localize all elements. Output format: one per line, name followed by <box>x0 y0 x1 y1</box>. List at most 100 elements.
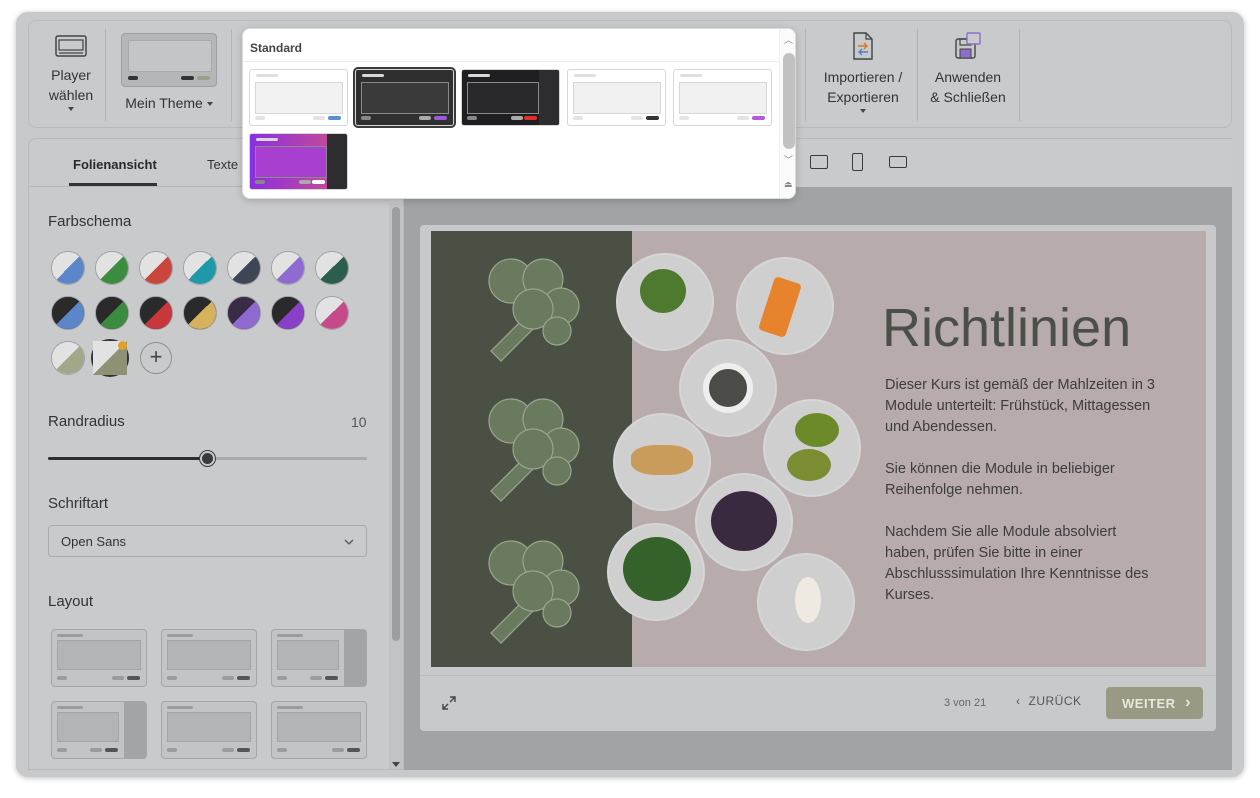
plate-salmon <box>736 257 834 355</box>
layout-option[interactable] <box>161 629 257 687</box>
tab-texte[interactable]: Texte <box>207 157 238 172</box>
dropdown-scrollbar[interactable]: ︿ ﹀ ⏏ <box>779 29 795 198</box>
color-scheme-title: Farbschema <box>48 213 132 230</box>
theme-option[interactable] <box>461 69 560 126</box>
mobile-portrait-view-icon[interactable] <box>852 153 863 171</box>
color-scheme-swatch[interactable] <box>95 296 129 330</box>
tab-folienansicht[interactable]: Folienansicht <box>73 157 157 172</box>
plate-garlic <box>757 553 855 651</box>
color-scheme-swatch[interactable] <box>51 341 85 375</box>
save-close-icon <box>955 32 981 59</box>
mobile-landscape-view-icon[interactable] <box>889 156 907 168</box>
chevron-left-icon: ‹ <box>1016 694 1021 708</box>
slide-paragraph: Sie können die Module in beliebiger Reih… <box>885 461 1115 498</box>
color-scheme-swatch[interactable] <box>315 296 349 330</box>
font-select[interactable]: Open Sans <box>48 525 367 557</box>
fullscreen-icon[interactable] <box>442 696 456 710</box>
apply-close-label: Anwenden & Schließen <box>930 69 1006 105</box>
font-select-value: Open Sans <box>61 534 127 549</box>
color-scheme-swatch[interactable] <box>139 251 173 285</box>
theme-option[interactable] <box>673 69 772 126</box>
slide-title: Richtlinien <box>882 298 1132 358</box>
toolbar-divider <box>917 29 918 121</box>
border-radius-slider[interactable] <box>48 451 367 466</box>
slider-handle[interactable] <box>199 451 215 466</box>
slide-paragraph: Nachdem Sie alle Module absolviert haben… <box>885 524 1149 603</box>
toolbar-divider <box>805 29 806 121</box>
plate-berries <box>695 473 793 571</box>
scrollbar-thumb[interactable] <box>392 207 400 641</box>
slide: Richtlinien Dieser Kurs ist gemäß der Ma… <box>431 231 1206 667</box>
panel-scrollbar[interactable] <box>389 203 403 769</box>
next-button-label: WEITER <box>1122 696 1176 711</box>
theme-select-label: Mein Theme <box>125 95 203 111</box>
chevron-down-icon <box>68 107 74 111</box>
color-scheme-swatch[interactable] <box>183 296 217 330</box>
chevron-down-icon <box>344 539 354 545</box>
import-export-label: Importieren / Exportieren <box>823 69 903 105</box>
theme-option[interactable] <box>567 69 666 126</box>
slide-counter: 3 von 21 <box>944 697 987 709</box>
scrollbar-thumb[interactable] <box>783 53 795 149</box>
font-title: Schriftart <box>48 495 109 512</box>
layout-option[interactable] <box>51 629 147 687</box>
layout-option[interactable] <box>271 701 367 759</box>
desktop-view-icon[interactable] <box>810 155 828 169</box>
apply-close-button[interactable]: Anwenden & Schließen <box>923 31 1013 107</box>
slide-preview-card: Richtlinien Dieser Kurs ist gemäß der Ma… <box>420 225 1216 731</box>
selected-indicator <box>118 341 127 350</box>
scroll-down-arrow-icon[interactable] <box>392 762 400 767</box>
layout-option[interactable] <box>161 701 257 759</box>
layout-option[interactable] <box>51 701 147 759</box>
theme-option[interactable] <box>353 67 456 128</box>
color-scheme-swatch[interactable] <box>183 251 217 285</box>
color-scheme-swatch[interactable] <box>227 296 261 330</box>
color-scheme-swatch[interactable] <box>139 296 173 330</box>
plate-broccoli <box>616 253 714 351</box>
plate-spinach <box>607 523 705 621</box>
color-scheme-swatch[interactable] <box>271 251 305 285</box>
settings-panel: Folienansicht Texte Farbschema + Randrad… <box>28 138 404 770</box>
color-scheme-swatch[interactable] <box>51 251 85 285</box>
slide-paragraph: Dieser Kurs ist gemäß der Mahlzeiten in … <box>885 377 1155 435</box>
plate-avocado <box>763 399 861 497</box>
back-button-label: ZURÜCK <box>1028 694 1082 708</box>
active-tab-indicator <box>69 183 157 186</box>
border-radius-title: Randradius <box>48 413 125 430</box>
next-button[interactable]: WEITER › <box>1106 687 1203 719</box>
theme-option[interactable] <box>249 133 348 190</box>
chevron-down-icon <box>206 102 213 107</box>
toolbar-divider <box>231 29 232 121</box>
theme-preview <box>121 33 217 87</box>
player-navbar: 3 von 21 ‹ ZURÜCK WEITER › <box>420 675 1216 731</box>
slide-decorative-panel <box>431 231 632 667</box>
plate-ginger <box>613 413 711 511</box>
back-button[interactable]: ‹ ZURÜCK <box>1016 694 1082 708</box>
chevron-right-icon: › <box>1185 694 1191 711</box>
scroll-up-arrow-icon[interactable]: ︿ <box>784 33 793 46</box>
color-scheme-swatch[interactable] <box>51 296 85 330</box>
color-scheme-swatch[interactable] <box>315 251 349 285</box>
theme-dropdown: Standard ︿ ﹀ ⏏ <box>242 28 796 199</box>
toolbar-divider <box>105 29 106 121</box>
layout-option[interactable] <box>271 629 367 687</box>
color-scheme-swatch[interactable] <box>271 296 305 330</box>
import-export-button[interactable]: Importieren / Exportieren <box>813 31 913 113</box>
theme-option[interactable] <box>249 69 348 126</box>
add-color-scheme-button[interactable]: + <box>140 342 172 374</box>
color-scheme-swatch[interactable] <box>95 251 129 285</box>
player-select-label: Player wählen <box>48 67 94 103</box>
broccoli-illustration <box>488 258 580 644</box>
plate-seeds <box>679 339 777 437</box>
border-radius-value: 10 <box>351 414 367 430</box>
player-icon <box>55 35 87 57</box>
color-scheme-swatch[interactable] <box>91 339 129 377</box>
color-scheme-swatch[interactable] <box>227 251 261 285</box>
collapse-icon[interactable]: ⏏ <box>784 179 793 190</box>
import-export-icon <box>853 32 873 60</box>
scroll-down-arrow-icon[interactable]: ﹀ <box>784 153 793 166</box>
player-select-button[interactable]: Player wählen <box>43 31 99 111</box>
chevron-down-icon <box>860 109 866 113</box>
preview-area: Richtlinien Dieser Kurs ist gemäß der Ma… <box>404 138 1232 770</box>
slider-fill <box>48 457 208 460</box>
